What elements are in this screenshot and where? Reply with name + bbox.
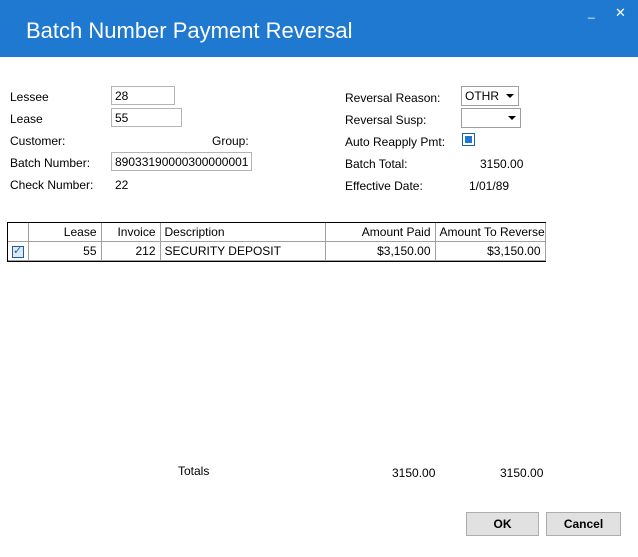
batch-number-field[interactable]: 89033190000300000001 [111,152,252,171]
cell-amount-paid[interactable]: $3,150.00 [325,241,436,261]
checkbox-fill-icon [465,136,472,143]
effective-date-value: 1/01/89 [469,179,510,193]
reversal-reason-value: OTHR [465,89,499,103]
cell-invoice[interactable]: 212 [101,241,161,261]
grid-header-select [8,223,29,242]
lease-label: Lease [10,112,43,126]
totals-label: Totals [178,464,210,478]
check-number-value: 22 [115,178,129,192]
customer-label: Customer: [10,134,66,148]
batch-total-label: Batch Total: [345,157,408,171]
grid-header-row: Lease Invoice Description Amount Paid Am… [8,223,546,242]
grid-header-description[interactable]: Description [160,223,326,242]
batch-total-value: 3150.00 [480,157,524,171]
ok-button[interactable]: OK [466,512,539,536]
auto-reapply-label: Auto Reapply Pmt: [345,135,446,149]
reversal-reason-select[interactable]: OTHR [461,86,519,106]
totals-amount-to-reverse: 3150.00 [500,466,544,480]
title-bar: Batch Number Payment Reversal _ ✕ [0,0,638,57]
reversal-susp-label: Reversal Susp: [345,113,427,127]
chevron-down-icon [508,116,516,120]
batch-number-label: Batch Number: [10,156,91,170]
checkmark-icon: ✓ [13,244,23,257]
grid-header-invoice[interactable]: Invoice [101,223,161,242]
chevron-down-icon [506,94,514,98]
cell-lease[interactable]: 55 [28,241,102,261]
effective-date-label: Effective Date: [345,179,423,193]
lessee-label: Lessee [10,90,49,104]
row-select-cell[interactable]: ✓ [8,241,29,261]
check-number-label: Check Number: [10,178,94,192]
window-title: Batch Number Payment Reversal [26,18,353,43]
lessee-field[interactable]: 28 [111,86,175,105]
close-icon[interactable]: ✕ [615,6,626,19]
grid-header-amount-paid[interactable]: Amount Paid [325,223,436,242]
auto-reapply-checkbox[interactable] [462,133,475,146]
group-label: Group: [212,134,249,148]
row-checkbox[interactable]: ✓ [12,244,24,258]
table-row[interactable]: ✓ 55 212 SECURITY DEPOSIT $3,150.00 $3,1… [8,241,546,261]
reversal-reason-label: Reversal Reason: [345,91,441,105]
payment-grid[interactable]: Lease Invoice Description Amount Paid Am… [7,222,546,262]
lease-field[interactable]: 55 [111,108,182,127]
cell-amount-to-reverse[interactable]: $3,150.00 [435,241,546,261]
grid-header-amount-to-reverse[interactable]: Amount To Reverse [435,223,546,242]
cell-description[interactable]: SECURITY DEPOSIT [160,241,326,261]
totals-amount-paid: 3150.00 [392,466,436,480]
grid-header-lease[interactable]: Lease [28,223,102,242]
minimize-icon[interactable]: _ [588,6,595,18]
cancel-button[interactable]: Cancel [546,512,621,536]
reversal-susp-select[interactable] [461,108,521,128]
